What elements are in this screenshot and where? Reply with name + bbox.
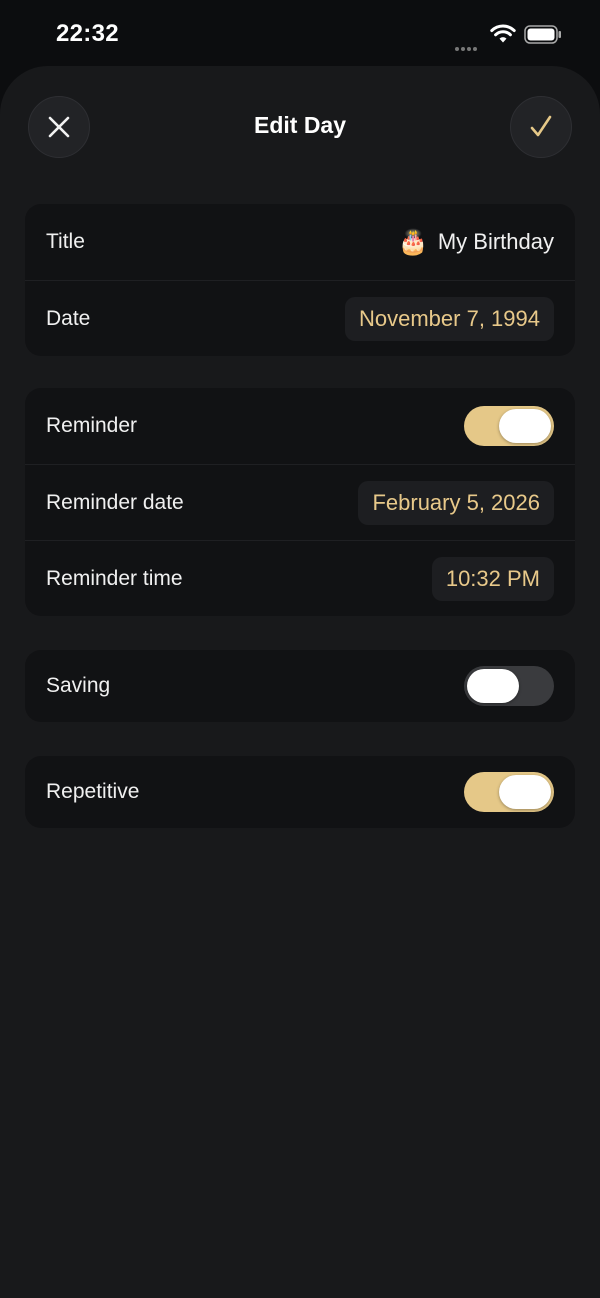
- status-bar: 22:32: [0, 0, 600, 66]
- reminder-toggle[interactable]: [464, 406, 554, 446]
- reminder-date-label: Reminder date: [46, 490, 184, 514]
- done-button[interactable]: [510, 96, 572, 158]
- reminder-date-picker-button[interactable]: February 5, 2026: [358, 480, 554, 525]
- title-value-group: 🎂 My Birthday: [398, 228, 554, 257]
- reminder-time-picker-button[interactable]: 10:32 PM: [431, 556, 554, 601]
- saving-card: Saving: [25, 650, 575, 722]
- toggle-knob: [467, 669, 519, 703]
- repetitive-toggle[interactable]: [464, 772, 554, 812]
- reminder-date-row: Reminder date February 5, 2026: [25, 464, 575, 540]
- edit-day-sheet: Edit Day Title 🎂 My Birthday Date Novemb…: [0, 66, 600, 1298]
- phone-screen: 22:32 Edit Day Title 🎂 My Birthday Date …: [0, 0, 600, 1298]
- status-time: 22:32: [56, 20, 119, 47]
- reminder-label: Reminder: [46, 414, 138, 437]
- repetitive-row: Repetitive: [25, 756, 575, 828]
- signal-dots-icon: [455, 38, 479, 56]
- saving-label: Saving: [46, 674, 111, 697]
- reminder-row: Reminder: [25, 388, 575, 464]
- date-row: Date November 7, 1994: [25, 280, 575, 356]
- saving-toggle[interactable]: [464, 666, 554, 706]
- birthday-cake-icon: 🎂: [397, 228, 428, 256]
- title-value: My Birthday: [437, 229, 554, 254]
- toggle-knob: [499, 409, 551, 443]
- battery-icon: [524, 25, 561, 44]
- repetitive-card: Repetitive: [25, 756, 575, 828]
- reminder-time-row: Reminder time 10:32 PM: [25, 540, 575, 616]
- saving-row: Saving: [25, 650, 575, 722]
- reminder-card: Reminder Reminder date February 5, 2026 …: [25, 388, 575, 616]
- toggle-knob: [499, 775, 551, 809]
- date-picker-button[interactable]: November 7, 1994: [345, 296, 554, 341]
- title-label: Title: [46, 230, 85, 253]
- date-label: Date: [46, 306, 91, 330]
- title-row[interactable]: Title 🎂 My Birthday: [25, 204, 575, 280]
- repetitive-label: Repetitive: [46, 780, 140, 803]
- checkmark-icon: [530, 115, 552, 137]
- wifi-icon: [490, 24, 516, 43]
- event-card: Title 🎂 My Birthday Date November 7, 199…: [25, 204, 575, 356]
- reminder-time-label: Reminder time: [46, 566, 183, 590]
